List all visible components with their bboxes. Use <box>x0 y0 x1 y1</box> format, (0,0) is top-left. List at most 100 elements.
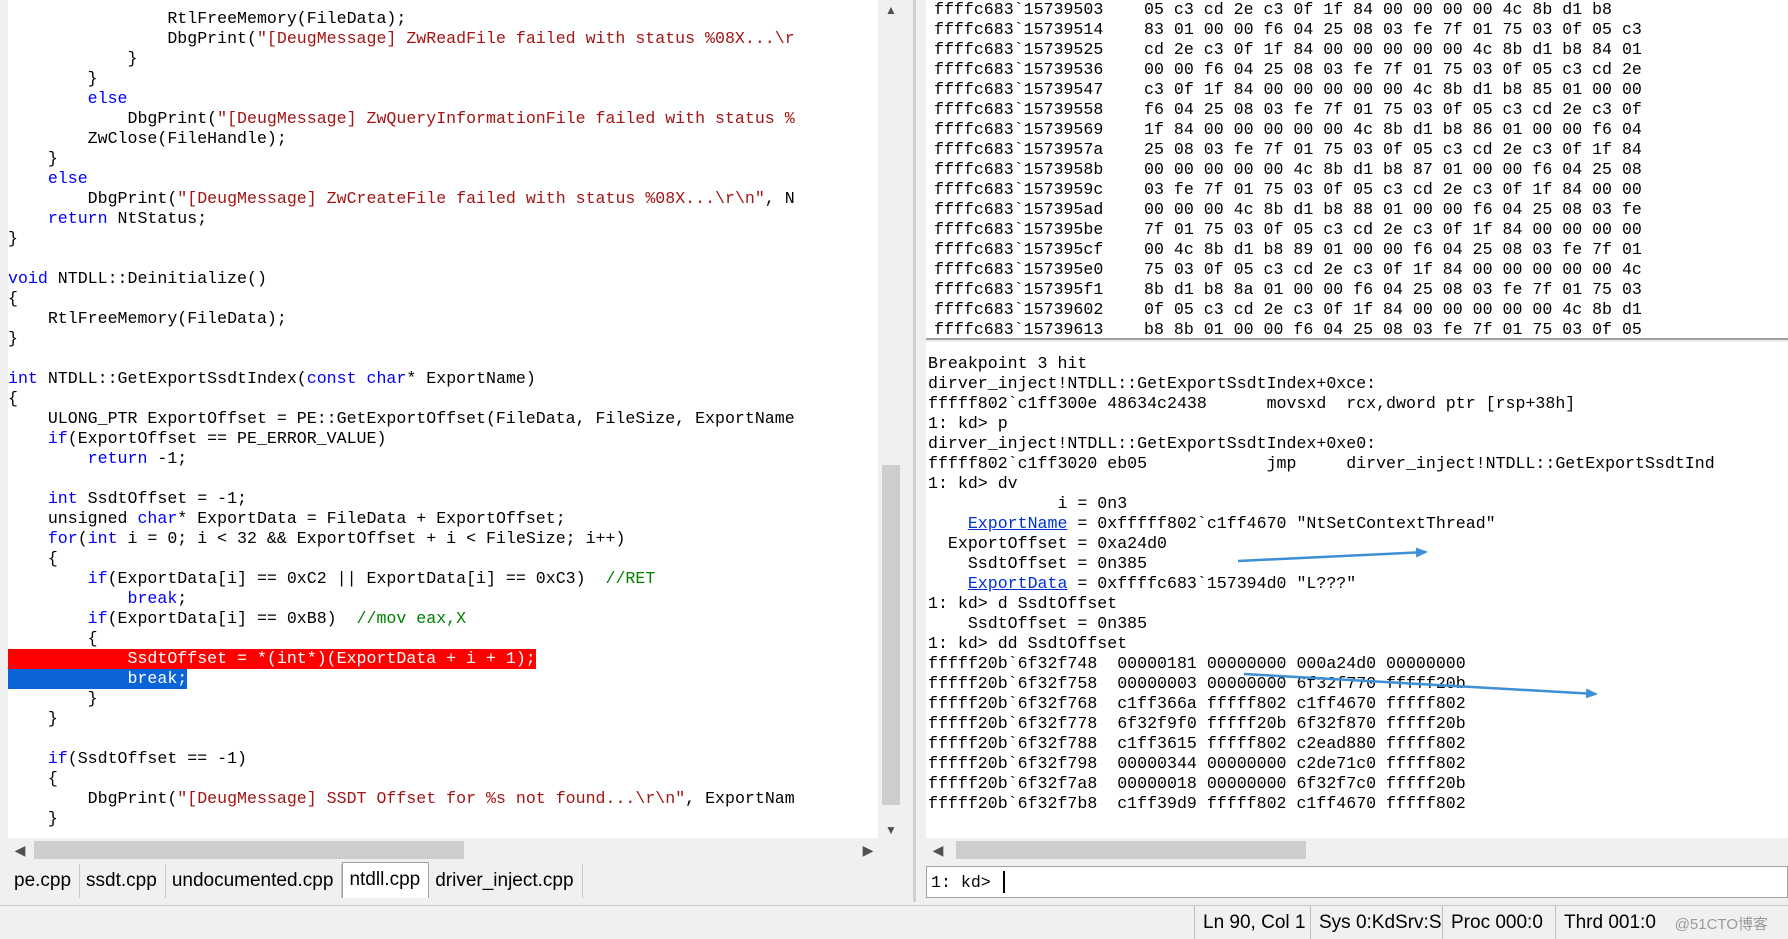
code-line[interactable]: } <box>8 689 878 709</box>
code-line[interactable]: else <box>8 89 878 109</box>
memory-window[interactable]: ffffc683`15739503 05 c3 cd 2e c3 0f 1f 84… <box>926 0 1788 340</box>
code-line[interactable]: for(int i = 0; i < 32 && ExportOffset + … <box>8 529 878 549</box>
status-line-col: Ln 90, Col 1 <box>1194 906 1310 939</box>
code-line[interactable]: } <box>8 229 878 249</box>
code-line[interactable]: break; <box>8 589 878 609</box>
code-line[interactable] <box>8 469 878 489</box>
variable-link[interactable]: ExportName <box>968 514 1068 533</box>
output-text: dirver_inject!NTDLL::GetExportSsdtIndex+… <box>928 374 1377 393</box>
memory-address: ffffc683`1573957a <box>934 140 1104 159</box>
code-token: if <box>47 749 68 768</box>
code-line[interactable]: { <box>8 289 878 309</box>
scroll-left-arrow-icon[interactable]: ◀ <box>8 838 32 862</box>
source-code-text[interactable]: RtlFreeMemory(FileData); DbgPrint("[Deug… <box>8 9 878 829</box>
tab-ntdll-cpp[interactable]: ntdll.cpp <box>342 862 430 898</box>
code-token: //mov eax,X <box>356 609 467 628</box>
code-line[interactable]: { <box>8 549 878 569</box>
code-token: * ExportName) <box>406 369 536 388</box>
code-line[interactable] <box>8 349 878 369</box>
code-token: } <box>8 149 58 168</box>
output-text: SsdtOffset = 0n385 <box>928 614 1148 633</box>
code-line[interactable]: return -1; <box>8 449 878 469</box>
source-vertical-scroll-thumb[interactable] <box>882 465 900 805</box>
code-token: (ExportData[i] == 0xC2 || ExportData[i] … <box>107 569 606 588</box>
tab-driver-inject-cpp[interactable]: driver_inject.cpp <box>429 864 583 898</box>
code-line[interactable]: DbgPrint("[DeugMessage] ZwQueryInformati… <box>8 109 878 129</box>
memory-bytes: 1f 84 00 00 00 00 00 4c 8b d1 b8 86 01 0… <box>1144 120 1642 139</box>
command-output-line: 1: kd> dd SsdtOffset <box>928 634 1715 654</box>
scroll-up-arrow-icon[interactable]: ▲ <box>880 0 902 20</box>
code-line[interactable]: int NTDLL::GetExportSsdtIndex(const char… <box>8 369 878 389</box>
scroll-down-arrow-icon[interactable]: ▼ <box>880 820 902 840</box>
code-token: RtlFreeMemory(FileData); <box>167 9 407 28</box>
code-line[interactable]: DbgPrint("[DeugMessage] SSDT Offset for … <box>8 789 878 809</box>
code-line[interactable]: { <box>8 769 878 789</box>
command-input[interactable] <box>1003 870 1773 894</box>
output-text: ExportOffset = 0xa24d0 <box>928 534 1167 553</box>
code-line[interactable]: else <box>8 169 878 189</box>
code-line[interactable]: if(ExportData[i] == 0xC2 || ExportData[i… <box>8 569 878 589</box>
code-line[interactable] <box>8 249 878 269</box>
scroll-right-arrow-icon[interactable]: ▶ <box>856 838 880 862</box>
source-vertical-scrollbar[interactable]: ▲ ▼ <box>880 0 902 840</box>
memory-address: ffffc683`15739503 <box>934 0 1104 19</box>
source-code-pane[interactable]: RtlFreeMemory(FileData); DbgPrint("[Deug… <box>8 0 878 840</box>
code-line[interactable]: ULONG_PTR ExportOffset = PE::GetExportOf… <box>8 409 878 429</box>
code-line[interactable]: { <box>8 389 878 409</box>
tab-undocumented-cpp[interactable]: undocumented.cpp <box>166 864 343 898</box>
tab-ssdt-cpp[interactable]: ssdt.cpp <box>80 864 166 898</box>
command-output-window[interactable]: Breakpoint 3 hit dirver_inject!NTDLL::Get… <box>926 342 1788 842</box>
code-line[interactable]: return NtStatus; <box>8 209 878 229</box>
code-line[interactable]: } <box>8 329 878 349</box>
code-token: if <box>87 609 108 628</box>
code-line[interactable]: } <box>8 709 878 729</box>
code-line[interactable] <box>8 729 878 749</box>
code-line[interactable]: if(ExportData[i] == 0xB8) //mov eax,X <box>8 609 878 629</box>
code-line[interactable]: } <box>8 809 878 829</box>
code-line[interactable]: unsigned char* ExportData = FileData + E… <box>8 509 878 529</box>
source-horizontal-scroll-thumb[interactable] <box>34 841 464 859</box>
code-line[interactable]: SsdtOffset = *(int*)(ExportData + i + 1)… <box>8 649 878 669</box>
watermark: @51CTO博客 <box>1674 916 1768 933</box>
code-line[interactable]: RtlFreeMemory(FileData); <box>8 309 878 329</box>
code-line[interactable]: RtlFreeMemory(FileData); <box>8 9 878 29</box>
memory-bytes: c3 0f 1f 84 00 00 00 00 00 4c 8b d1 b8 8… <box>1144 80 1642 99</box>
code-line[interactable]: break; <box>8 669 878 689</box>
code-token: "[DeugMessage] SSDT Offset for %s not fo… <box>177 789 686 808</box>
memory-bytes: 7f 01 75 03 0f 05 c3 cd 2e c3 0f 1f 84 0… <box>1144 220 1642 239</box>
command-horizontal-scrollbar[interactable]: ◀ <box>926 838 1788 862</box>
memory-row: ffffc683`157395cf 00 4c 8b d1 b8 89 01 00… <box>934 240 1788 260</box>
code-line[interactable]: } <box>8 49 878 69</box>
memory-row: ffffc683`15739569 1f 84 00 00 00 00 00 4c… <box>934 120 1788 140</box>
code-line[interactable]: } <box>8 69 878 89</box>
code-line[interactable]: ZwClose(FileHandle); <box>8 129 878 149</box>
code-line[interactable]: void NTDLL::Deinitialize() <box>8 269 878 289</box>
code-token: "[DeugMessage] ZwReadFile failed with st… <box>256 29 795 48</box>
output-text: fffff20b`6f32f768 c1ff366a fffff802 c1ff… <box>928 694 1466 713</box>
variable-link[interactable]: ExportData <box>968 574 1068 593</box>
command-horizontal-scroll-thumb[interactable] <box>956 841 1306 859</box>
command-output-line: ExportName = 0xfffff802`c1ff4670 "NtSetC… <box>928 514 1715 534</box>
code-line[interactable]: DbgPrint("[DeugMessage] ZwReadFile faile… <box>8 29 878 49</box>
code-token: "[DeugMessage] ZwCreateFile failed with … <box>177 189 765 208</box>
command-scroll-left-arrow-icon[interactable]: ◀ <box>926 838 950 862</box>
memory-address: ffffc683`157395ad <box>934 200 1104 219</box>
memory-bytes: 00 00 f6 04 25 08 03 fe 7f 01 75 03 0f 0… <box>1144 60 1642 79</box>
source-horizontal-scrollbar[interactable]: ◀ ▶ <box>8 838 880 862</box>
pane-splitter[interactable] <box>908 0 922 902</box>
code-token: RtlFreeMemory(FileData); <box>8 309 287 328</box>
code-line[interactable]: DbgPrint("[DeugMessage] ZwCreateFile fai… <box>8 189 878 209</box>
command-output-line: 1: kd> p <box>928 414 1715 434</box>
code-line[interactable]: { <box>8 629 878 649</box>
code-line[interactable]: if(SsdtOffset == -1) <box>8 749 878 769</box>
memory-bytes: 00 00 00 00 00 4c 8b d1 b8 87 01 00 00 f… <box>1144 160 1642 179</box>
tab-pe-cpp[interactable]: pe.cpp <box>8 864 81 898</box>
code-line[interactable]: if(ExportOffset == PE_ERROR_VALUE) <box>8 429 878 449</box>
code-token: * ExportData = FileData + ExportOffset; <box>177 509 566 528</box>
code-line[interactable]: } <box>8 149 878 169</box>
code-line[interactable]: int SsdtOffset = -1; <box>8 489 878 509</box>
